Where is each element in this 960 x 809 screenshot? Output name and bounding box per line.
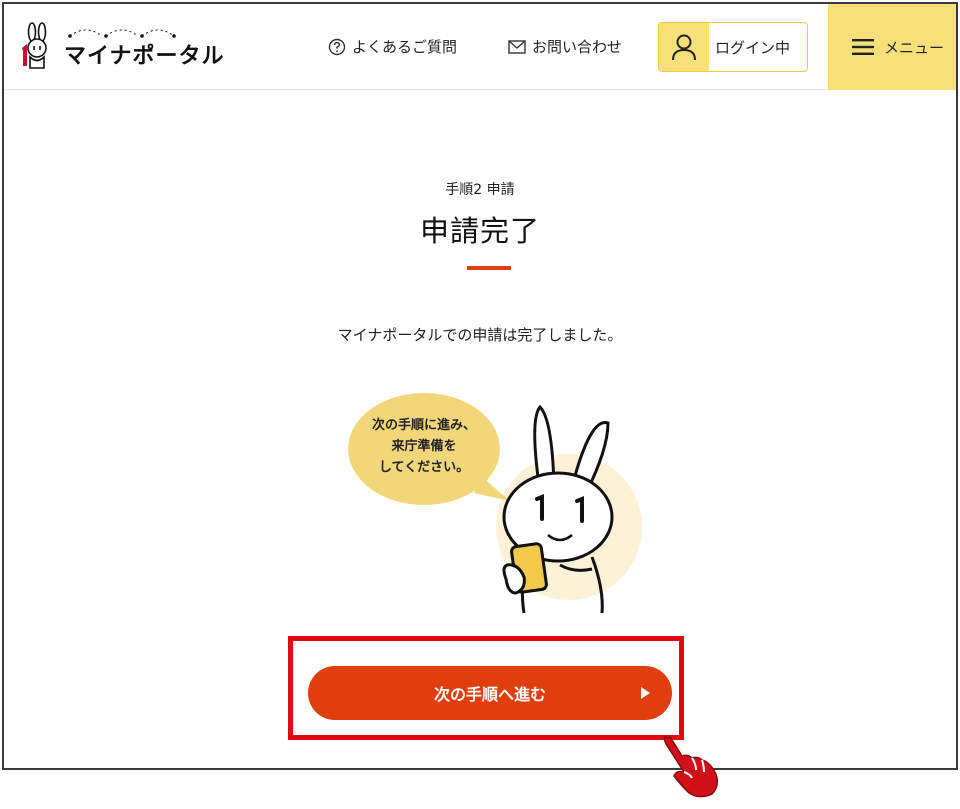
site-logo[interactable]: マイナポータル <box>18 22 228 72</box>
completion-message: マイナポータルでの申請は完了しました。 <box>337 326 623 344</box>
title-underline <box>467 266 511 270</box>
page-title: 申請完了 <box>419 214 540 248</box>
site-header: マイナポータル よくあるご質問 お問い合わせ ログイン中 メニュー <box>4 4 956 90</box>
question-circle-icon <box>328 38 346 55</box>
logo-text: マイナポータル <box>64 44 225 69</box>
user-icon <box>672 34 696 61</box>
speech-bubble-text: 次の手順に進み、 来庁準備を してください。 <box>354 415 494 478</box>
bubble-line-3: してください。 <box>378 460 470 475</box>
faq-link[interactable]: よくあるご質問 <box>328 36 457 57</box>
menu-button[interactable]: メニュー <box>828 4 956 90</box>
login-status-button[interactable]: ログイン中 <box>658 22 808 72</box>
hamburger-menu-icon <box>852 39 874 55</box>
contact-link[interactable]: お問い合わせ <box>508 36 622 57</box>
step-label: 手順2 申請 <box>445 182 515 198</box>
mynaportal-rabbit-logo-icon <box>22 22 47 69</box>
instruction-highlight-box <box>288 636 684 740</box>
menu-label: メニュー <box>884 38 945 57</box>
faq-label: よくあるご質問 <box>352 38 458 56</box>
login-label: ログイン中 <box>715 38 791 57</box>
envelope-icon <box>508 39 526 54</box>
pointing-hand-icon <box>658 732 722 802</box>
bubble-line-2: 来庁準備を <box>391 439 457 454</box>
logo-dotted-arc-icon <box>68 29 176 38</box>
login-icon-box <box>659 23 709 71</box>
rabbit-illustration: 次の手順に進み、 来庁準備を してください。 <box>334 389 644 619</box>
contact-label: お問い合わせ <box>532 38 623 56</box>
bubble-line-1: 次の手順に進み、 <box>371 418 476 433</box>
